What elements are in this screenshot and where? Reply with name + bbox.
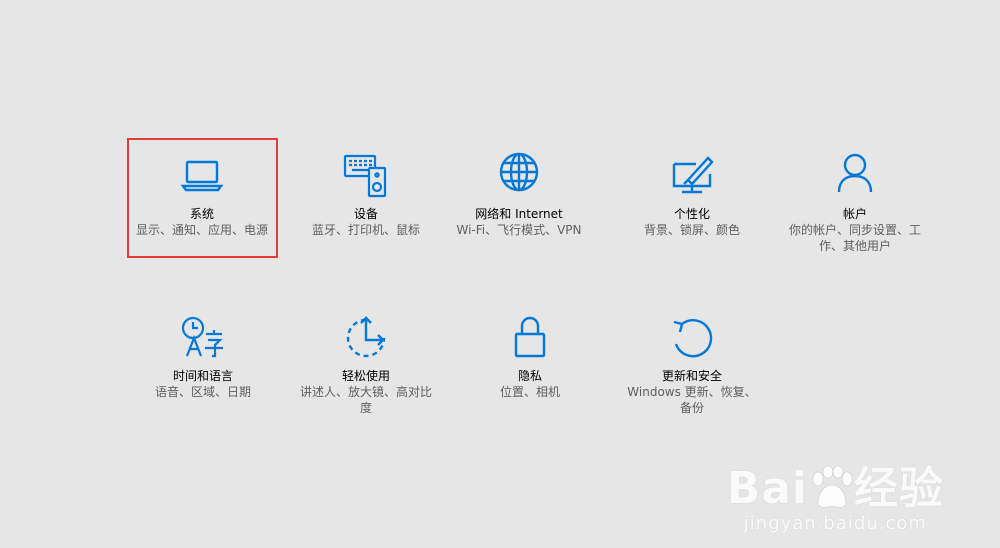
person-icon — [831, 152, 879, 200]
tile-description: Windows 更新、恢复、备份 — [627, 385, 757, 415]
settings-tile-devices[interactable]: 设备 蓝牙、打印机、鼠标 — [291, 152, 441, 238]
paw-icon — [812, 465, 853, 508]
tile-title: 网络和 Internet — [475, 207, 563, 221]
tile-description: 讲述人、放大镜、高对比度 — [299, 385, 432, 415]
watermark-logo-left: Bai — [726, 463, 808, 514]
update-icon — [668, 314, 716, 362]
settings-tile-update-security[interactable]: 更新和安全 Windows 更新、恢复、备份 — [617, 314, 767, 416]
tile-title: 时间和语言 — [172, 369, 233, 383]
globe-icon — [495, 152, 543, 200]
tile-description: Wi-Fi、飞行模式、VPN — [456, 223, 582, 237]
settings-tile-accounts[interactable]: 帐户 你的帐户、同步设置、工作、其他用户 — [780, 152, 930, 254]
watermark-url: jingyan.baidu.com — [743, 513, 927, 534]
baidu-watermark: Bai 经验 jingyan.baidu.com — [727, 465, 944, 535]
tile-description: 你的帐户、同步设置、工作、其他用户 — [788, 223, 921, 253]
settings-tile-ease-of-access[interactable]: 轻松使用 讲述人、放大镜、高对比度 — [291, 314, 441, 416]
tile-title: 系统 — [189, 207, 214, 221]
tile-title: 更新和安全 — [661, 369, 722, 383]
settings-tile-personalization[interactable]: 个性化 背景、锁屏、颜色 — [617, 152, 767, 238]
tile-description: 语音、区域、日期 — [154, 385, 251, 399]
tile-title: 轻松使用 — [341, 369, 390, 383]
settings-tile-network[interactable]: 网络和 Internet Wi-Fi、飞行模式、VPN — [444, 152, 594, 238]
time-language-icon — [179, 314, 227, 362]
tile-title: 隐私 — [517, 369, 542, 383]
laptop-icon — [178, 152, 226, 200]
watermark-logo: Bai 经验 — [727, 465, 944, 513]
tile-title: 设备 — [353, 207, 378, 221]
tile-description: 背景、锁屏、颜色 — [643, 223, 740, 237]
watermark-logo-right: 经验 — [854, 463, 944, 514]
tile-description: 蓝牙、打印机、鼠标 — [311, 223, 420, 237]
settings-tile-privacy[interactable]: 隐私 位置、相机 — [455, 314, 605, 400]
tile-description: 位置、相机 — [499, 385, 560, 399]
personalize-icon — [668, 152, 716, 200]
tile-title: 帐户 — [842, 207, 867, 221]
settings-tile-time-language[interactable]: 时间和语言 语音、区域、日期 — [128, 314, 278, 400]
settings-tile-system[interactable]: 系统 显示、通知、应用、电源 — [127, 152, 277, 238]
keyboard-speaker-icon — [342, 152, 390, 200]
ease-of-access-icon — [342, 314, 390, 362]
tile-description: 显示、通知、应用、电源 — [135, 223, 268, 237]
tile-title: 个性化 — [673, 207, 710, 221]
lock-icon — [506, 314, 554, 362]
